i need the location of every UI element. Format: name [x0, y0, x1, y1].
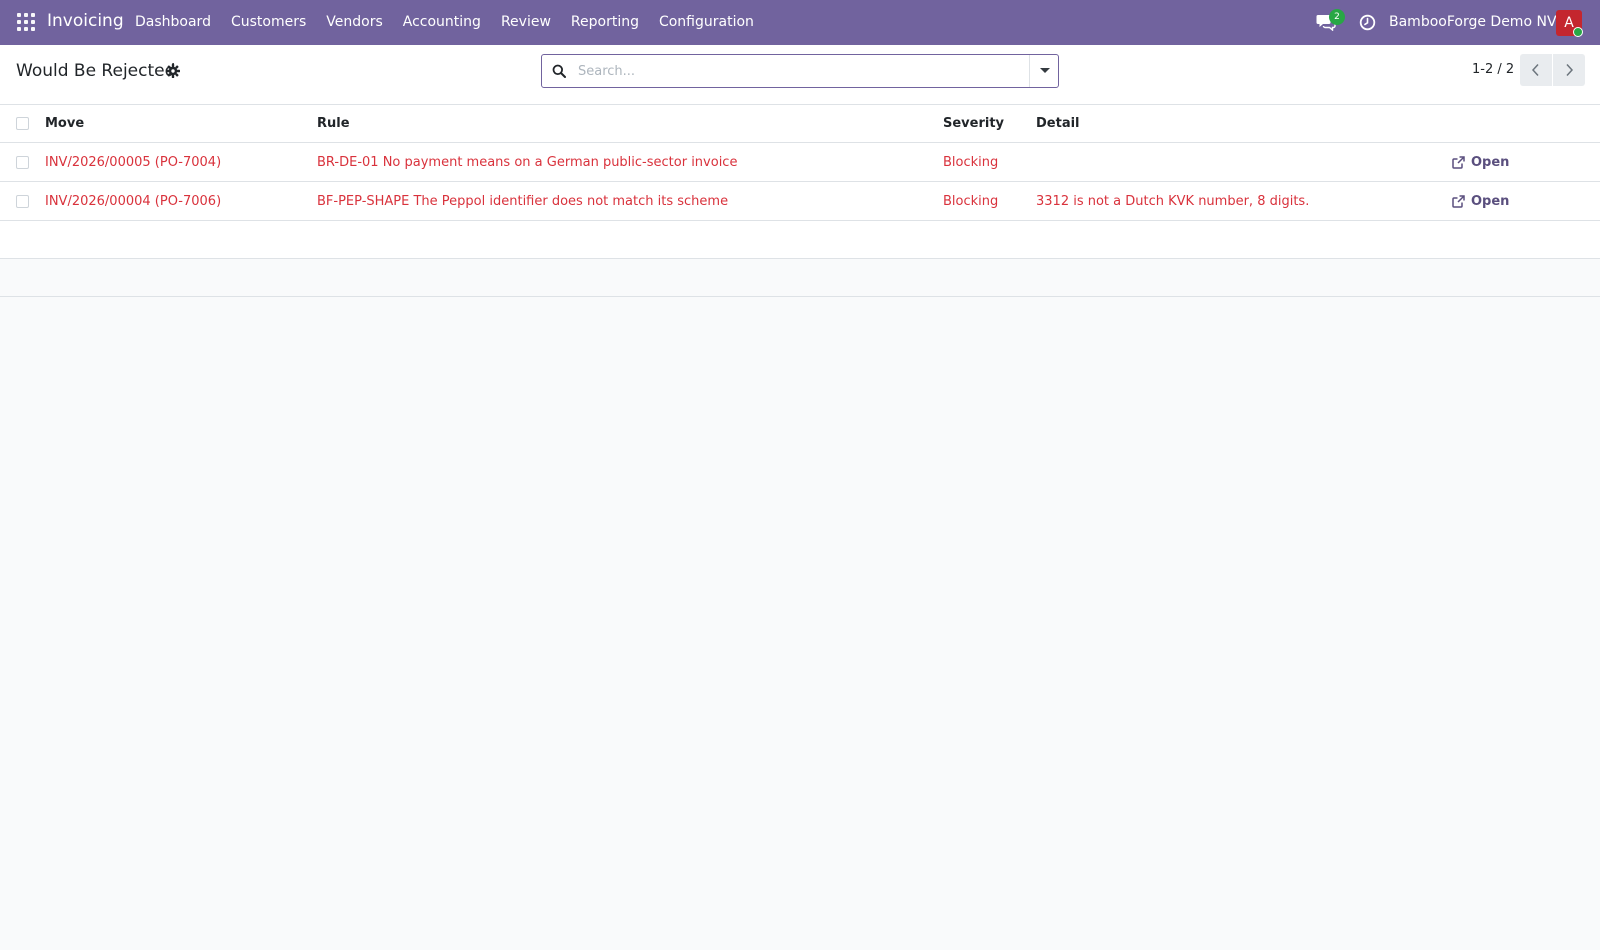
pager-value[interactable]: 1-2 / 2	[1472, 62, 1514, 77]
open-label: Open	[1471, 154, 1510, 170]
search-bar	[541, 54, 1059, 88]
severity-cell[interactable]: Blocking	[943, 182, 998, 220]
chevron-left-icon	[1531, 63, 1539, 77]
chevron-right-icon	[1566, 63, 1574, 77]
search-options-toggle[interactable]	[1029, 55, 1059, 87]
pager-previous-button[interactable]	[1520, 54, 1552, 86]
rule-cell[interactable]: BF-PEP-SHAPE The Peppol identifier does …	[317, 182, 728, 220]
online-status-icon	[1573, 27, 1583, 37]
row-checkbox[interactable]	[16, 194, 29, 208]
column-header-move[interactable]: Move	[45, 105, 84, 142]
menu-customers[interactable]: Customers	[221, 0, 316, 45]
external-link-icon	[1452, 194, 1465, 208]
column-header-severity[interactable]: Severity	[943, 105, 1004, 142]
menu-review[interactable]: Review	[491, 0, 561, 45]
chat-count-badge[interactable]: 2	[1329, 9, 1345, 25]
empty-table-row	[0, 221, 1600, 259]
menu-configuration[interactable]: Configuration	[649, 0, 764, 45]
table-row[interactable]: INV/2026/00004 (PO-7006) BF-PEP-SHAPE Th…	[0, 182, 1600, 221]
menu-reporting[interactable]: Reporting	[561, 0, 649, 45]
column-header-rule[interactable]: Rule	[317, 105, 350, 142]
app-name[interactable]: Invoicing	[47, 11, 124, 31]
menu-accounting[interactable]: Accounting	[393, 0, 491, 45]
table-row[interactable]: INV/2026/00005 (PO-7004) BR-DE-01 No pay…	[0, 143, 1600, 182]
pager-next-button[interactable]	[1553, 54, 1585, 86]
clock-icon[interactable]	[1359, 14, 1376, 31]
search-icon	[552, 64, 566, 78]
caret-down-icon	[1040, 68, 1050, 73]
severity-cell[interactable]: Blocking	[943, 143, 998, 181]
top-navbar: Invoicing Dashboard Customers Vendors Ac…	[0, 0, 1600, 45]
open-record-button[interactable]: Open	[1452, 155, 1509, 170]
column-header-detail[interactable]: Detail	[1036, 105, 1080, 142]
open-label: Open	[1471, 193, 1510, 209]
search-input[interactable]	[578, 56, 1018, 86]
company-switcher[interactable]: BambooForge Demo NV	[1389, 14, 1557, 30]
empty-table-row	[0, 259, 1600, 297]
list-view-table: Move Rule Severity Detail INV/2026/00005…	[0, 105, 1600, 297]
detail-cell[interactable]: 3312 is not a Dutch KVK number, 8 digits…	[1036, 182, 1309, 220]
move-cell[interactable]: INV/2026/00004 (PO-7006)	[45, 182, 221, 220]
apps-menu-icon[interactable]	[17, 13, 35, 31]
move-cell[interactable]: INV/2026/00005 (PO-7004)	[45, 143, 221, 181]
rule-cell[interactable]: BR-DE-01 No payment means on a German pu…	[317, 143, 737, 181]
row-checkbox[interactable]	[16, 155, 29, 169]
select-all-checkbox[interactable]	[16, 117, 29, 130]
menu-dashboard[interactable]: Dashboard	[125, 0, 221, 45]
page-title: Would Be Rejected	[16, 61, 176, 81]
main-menu: Dashboard Customers Vendors Accounting R…	[125, 0, 764, 45]
table-header-row: Move Rule Severity Detail	[0, 105, 1600, 143]
gear-icon[interactable]	[166, 64, 180, 78]
control-panel: Would Be Rejected 1-2 / 2	[0, 45, 1600, 105]
open-record-button[interactable]: Open	[1452, 194, 1509, 209]
external-link-icon	[1452, 155, 1465, 169]
menu-vendors[interactable]: Vendors	[316, 0, 392, 45]
